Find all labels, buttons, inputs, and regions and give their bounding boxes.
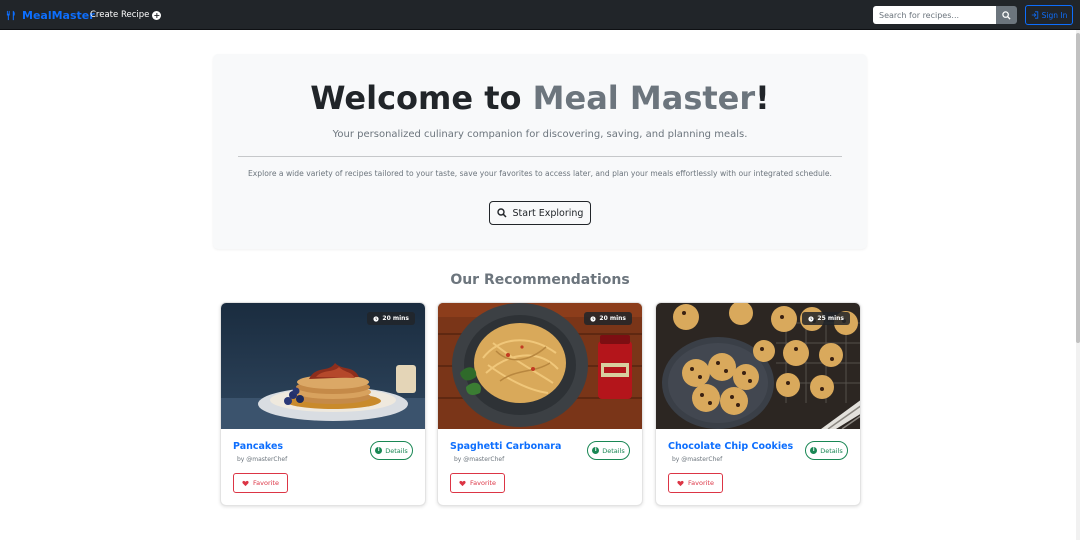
plus-circle-icon: + xyxy=(152,10,162,20)
details-label: Details xyxy=(385,446,408,455)
recipe-title-link[interactable]: Chocolate Chip Cookies xyxy=(668,441,793,452)
hero-subtitle: Your personalized culinary companion for… xyxy=(332,129,748,140)
sign-in-button[interactable]: Sign In xyxy=(1025,5,1073,25)
search-input[interactable] xyxy=(873,6,996,24)
recommendations-title: Our Recommendations xyxy=(450,272,630,288)
time-badge: 20 mins xyxy=(367,312,415,325)
search-form xyxy=(873,6,1017,24)
recipe-title-link[interactable]: Spaghetti Carbonara xyxy=(450,441,561,452)
favorite-button[interactable]: Favorite xyxy=(450,473,505,493)
title-accent: Meal Master xyxy=(532,79,756,117)
favorite-label: Favorite xyxy=(688,479,714,487)
details-button[interactable]: i Details xyxy=(370,441,413,460)
info-icon: i xyxy=(375,447,383,454)
details-button[interactable]: i Details xyxy=(805,441,848,460)
favorite-label: Favorite xyxy=(253,479,279,487)
navbar: MealMaster Create Recipe + Sign In xyxy=(0,0,1080,30)
create-recipe-label: Create Recipe xyxy=(90,10,150,20)
search-icon xyxy=(1002,10,1011,20)
page-title: Welcome to Meal Master! xyxy=(0,76,1080,120)
utensils-icon xyxy=(6,10,15,20)
recipe-title-link[interactable]: Pancakes xyxy=(233,441,283,452)
info-icon: i xyxy=(592,447,600,454)
time-label: 20 mins xyxy=(599,315,626,322)
sign-in-icon xyxy=(1031,11,1038,19)
clock-icon xyxy=(590,315,597,322)
title-main: Welcome to xyxy=(310,79,533,117)
start-exploring-button[interactable]: Start Exploring xyxy=(489,201,591,225)
search-button[interactable] xyxy=(996,6,1017,24)
recipe-card: 25 mins Chocolate Chip Cookies by @maste… xyxy=(655,302,861,506)
details-label: Details xyxy=(820,446,843,455)
recipe-author: by @masterChef xyxy=(237,456,288,463)
time-label: 20 mins xyxy=(382,315,409,322)
recipe-author: by @masterChef xyxy=(454,456,505,463)
recipe-author: by @masterChef xyxy=(672,456,723,463)
title-end: ! xyxy=(755,79,770,117)
time-label: 25 mins xyxy=(817,315,844,322)
favorite-button[interactable]: Favorite xyxy=(233,473,288,493)
info-icon: i xyxy=(810,447,818,454)
create-recipe-link[interactable]: Create Recipe + xyxy=(90,0,162,30)
hero-divider xyxy=(238,156,842,157)
heart-icon xyxy=(677,480,684,486)
time-badge: 20 mins xyxy=(584,312,632,325)
pancakes-image[interactable]: 20 mins xyxy=(221,303,425,429)
clock-icon xyxy=(373,315,380,322)
details-button[interactable]: i Details xyxy=(587,441,630,460)
recipe-card: 20 mins Spaghetti Carbonara by @masterCh… xyxy=(437,302,643,506)
recipe-card: 20 mins Pancakes by @masterChef i Detail… xyxy=(220,302,426,506)
brand-link[interactable]: MealMaster xyxy=(6,0,95,30)
spaghetti-image[interactable]: 20 mins xyxy=(438,303,642,429)
details-label: Details xyxy=(602,446,625,455)
heart-icon xyxy=(242,480,249,486)
heart-icon xyxy=(459,480,466,486)
sign-in-label: Sign In xyxy=(1041,10,1068,20)
hero-description: Explore a wide variety of recipes tailor… xyxy=(248,169,832,178)
cookies-image[interactable]: 25 mins xyxy=(656,303,860,429)
time-badge: 25 mins xyxy=(802,312,850,325)
search-icon xyxy=(496,208,507,218)
start-exploring-label: Start Exploring xyxy=(512,207,584,219)
brand-name: MealMaster xyxy=(22,8,95,22)
favorite-button[interactable]: Favorite xyxy=(668,473,723,493)
favorite-label: Favorite xyxy=(470,479,496,487)
clock-icon xyxy=(808,315,815,322)
